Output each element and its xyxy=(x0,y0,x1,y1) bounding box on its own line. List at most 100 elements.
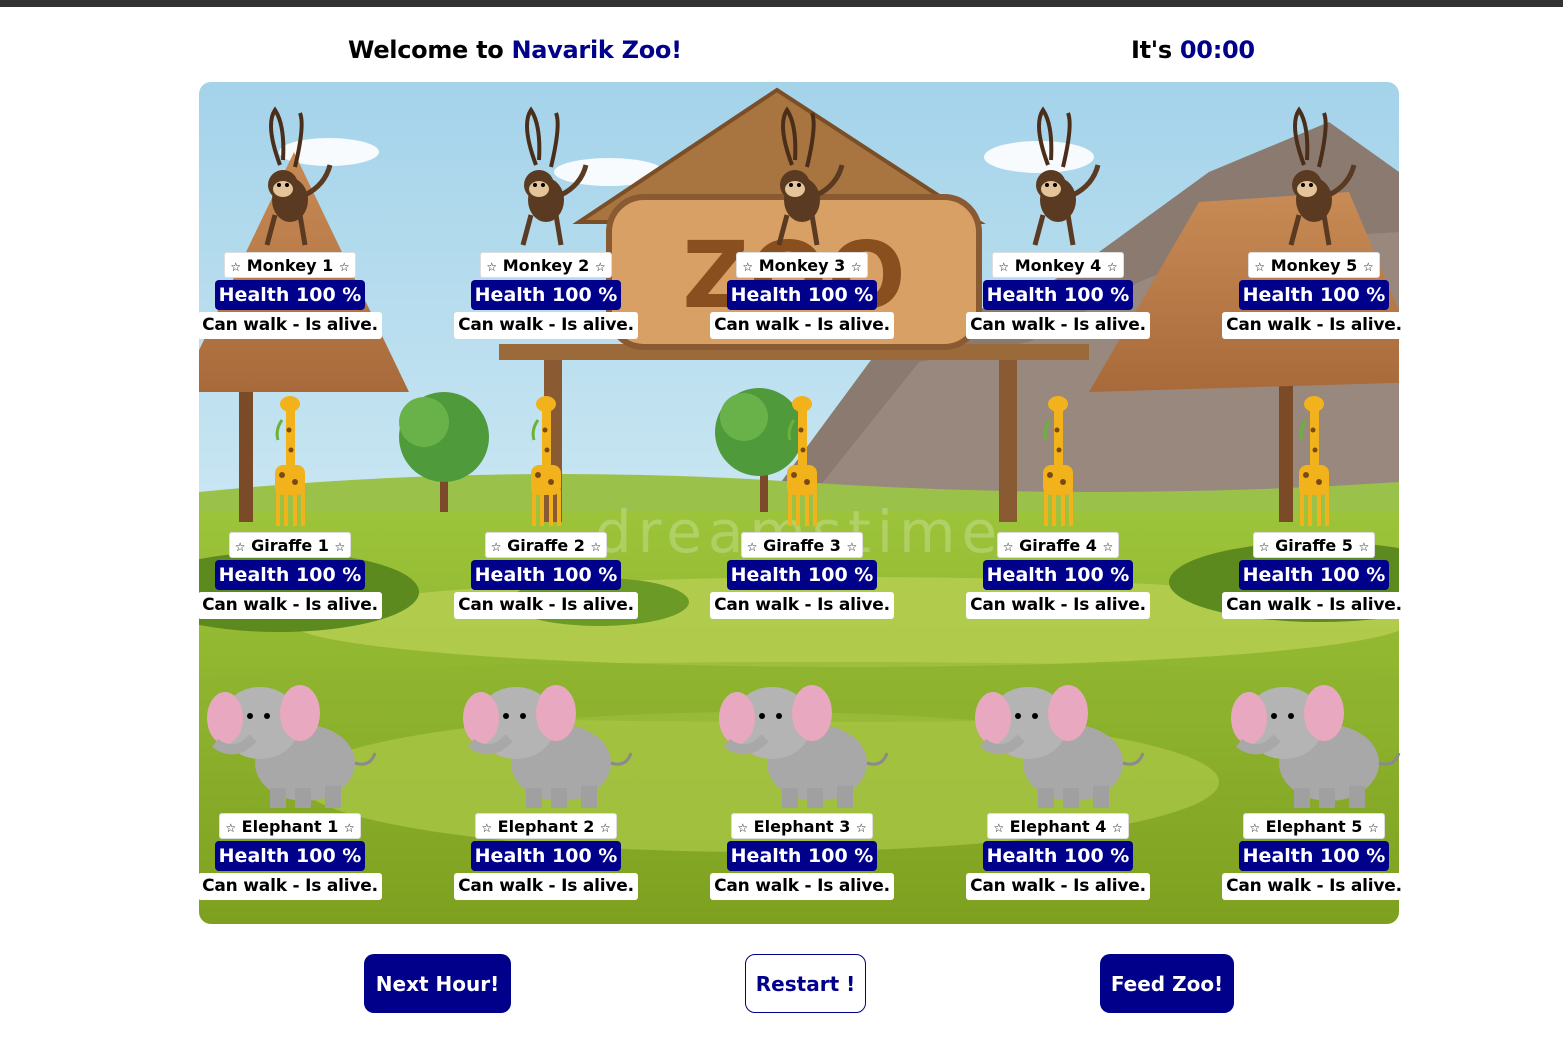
health-badge: Health 100 % xyxy=(214,280,366,310)
welcome-heading: Welcome to Navarik Zoo! xyxy=(348,36,682,64)
elephant-name-label: ☆ Elephant 1 ☆ xyxy=(219,813,361,839)
next-hour-button[interactable]: Next Hour! xyxy=(364,954,511,1013)
monkey-name-label: ☆ Monkey 1 ☆ xyxy=(224,252,356,278)
star-icon: ☆ xyxy=(1106,260,1118,274)
monkey-1-card: ☆ Monkey 1 ☆ Health 100 % Can walk - Is al… xyxy=(180,252,400,339)
feed-zoo-button[interactable]: Feed Zoo! xyxy=(1100,954,1234,1013)
animal-name: Giraffe 5 xyxy=(1275,536,1353,555)
star-icon: ☆ xyxy=(1254,260,1266,274)
star-icon: ☆ xyxy=(993,821,1005,835)
elephant-3-image xyxy=(707,668,897,817)
giraffe-2-image xyxy=(516,390,576,534)
animal-name: Monkey 2 xyxy=(502,256,590,275)
animal-name: Elephant 5 xyxy=(1265,817,1363,836)
elephant-1-card: ☆ Elephant 1 ☆ Health 100 % Can walk - Is … xyxy=(180,813,400,900)
star-icon: ☆ xyxy=(737,821,749,835)
status-label: Can walk - Is alive. xyxy=(454,312,638,339)
monkey-name-label: ☆ Monkey 3 ☆ xyxy=(736,252,868,278)
status-label: Can walk - Is alive. xyxy=(966,873,1150,900)
status-label: Can walk - Is alive. xyxy=(966,592,1150,619)
restart-button[interactable]: Restart ! xyxy=(745,954,866,1013)
elephant-2-image xyxy=(451,668,641,817)
giraffe-name-label: ☆ Giraffe 2 ☆ xyxy=(484,532,608,558)
monkey-4-image xyxy=(1013,105,1103,254)
animal-name: Elephant 2 xyxy=(497,817,595,836)
star-icon: ☆ xyxy=(230,260,242,274)
star-icon: ☆ xyxy=(590,540,602,554)
animal-name: Giraffe 3 xyxy=(763,536,841,555)
welcome-prefix: Welcome to xyxy=(348,36,512,64)
animal-name: Monkey 5 xyxy=(1270,256,1358,275)
giraffe-2-card: ☆ Giraffe 2 ☆ Health 100 % Can walk - Is a… xyxy=(436,532,656,619)
star-icon: ☆ xyxy=(850,260,862,274)
health-badge: Health 100 % xyxy=(1238,841,1390,871)
star-icon: ☆ xyxy=(1258,540,1270,554)
status-label: Can walk - Is alive. xyxy=(454,592,638,619)
health-badge: Health 100 % xyxy=(214,841,366,871)
monkey-name-label: ☆ Monkey 4 ☆ xyxy=(992,252,1124,278)
star-icon: ☆ xyxy=(746,540,758,554)
animal-name: Giraffe 4 xyxy=(1019,536,1097,555)
status-label: Can walk - Is alive. xyxy=(198,873,382,900)
star-icon: ☆ xyxy=(338,260,350,274)
animal-name: Elephant 1 xyxy=(241,817,339,836)
status-label: Can walk - Is alive. xyxy=(1222,592,1406,619)
giraffe-name-label: ☆ Giraffe 4 ☆ xyxy=(996,532,1120,558)
star-icon: ☆ xyxy=(1367,821,1379,835)
health-badge: Health 100 % xyxy=(982,841,1134,871)
health-badge: Health 100 % xyxy=(726,841,878,871)
star-icon: ☆ xyxy=(1002,540,1014,554)
elephant-name-label: ☆ Elephant 3 ☆ xyxy=(731,813,873,839)
monkey-2-image xyxy=(501,105,591,254)
elephant-name-label: ☆ Elephant 2 ☆ xyxy=(475,813,617,839)
giraffe-3-card: ☆ Giraffe 3 ☆ Health 100 % Can walk - Is a… xyxy=(692,532,912,619)
status-label: Can walk - Is alive. xyxy=(198,312,382,339)
star-icon: ☆ xyxy=(234,540,246,554)
health-badge: Health 100 % xyxy=(982,280,1134,310)
health-badge: Health 100 % xyxy=(470,560,622,590)
animal-name: Giraffe 1 xyxy=(251,536,329,555)
status-label: Can walk - Is alive. xyxy=(454,873,638,900)
monkey-2-card: ☆ Monkey 2 ☆ Health 100 % Can walk - Is al… xyxy=(436,252,656,339)
star-icon: ☆ xyxy=(594,260,606,274)
status-label: Can walk - Is alive. xyxy=(1222,312,1406,339)
giraffe-4-card: ☆ Giraffe 4 ☆ Health 100 % Can walk - Is a… xyxy=(948,532,1168,619)
star-icon: ☆ xyxy=(490,540,502,554)
animal-name: Monkey 3 xyxy=(758,256,846,275)
star-icon: ☆ xyxy=(343,821,355,835)
monkey-name-label: ☆ Monkey 5 ☆ xyxy=(1248,252,1380,278)
elephant-2-card: ☆ Elephant 2 ☆ Health 100 % Can walk - Is … xyxy=(436,813,656,900)
monkey-5-card: ☆ Monkey 5 ☆ Health 100 % Can walk - Is al… xyxy=(1204,252,1424,339)
status-label: Can walk - Is alive. xyxy=(710,873,894,900)
status-label: Can walk - Is alive. xyxy=(1222,873,1406,900)
elephant-5-image xyxy=(1219,668,1409,817)
clock-time: 00:00 xyxy=(1179,36,1255,64)
star-icon: ☆ xyxy=(1362,260,1374,274)
giraffe-5-image xyxy=(1284,390,1344,534)
star-icon: ☆ xyxy=(334,540,346,554)
giraffe-name-label: ☆ Giraffe 5 ☆ xyxy=(1252,532,1376,558)
monkey-name-label: ☆ Monkey 2 ☆ xyxy=(480,252,612,278)
star-icon: ☆ xyxy=(998,260,1010,274)
star-icon: ☆ xyxy=(481,821,493,835)
clock-heading: It's 00:00 xyxy=(1131,36,1255,64)
health-badge: Health 100 % xyxy=(214,560,366,590)
elephant-5-card: ☆ Elephant 5 ☆ Health 100 % Can walk - Is … xyxy=(1204,813,1424,900)
zoo-name: Navarik Zoo! xyxy=(511,36,683,64)
giraffe-5-card: ☆ Giraffe 5 ☆ Health 100 % Can walk - Is a… xyxy=(1204,532,1424,619)
health-badge: Health 100 % xyxy=(726,560,878,590)
health-badge: Health 100 % xyxy=(982,560,1134,590)
animal-name: Monkey 1 xyxy=(246,256,334,275)
giraffe-3-image xyxy=(772,390,832,534)
health-badge: Health 100 % xyxy=(1238,280,1390,310)
health-badge: Health 100 % xyxy=(470,841,622,871)
status-label: Can walk - Is alive. xyxy=(710,592,894,619)
giraffe-name-label: ☆ Giraffe 1 ☆ xyxy=(228,532,352,558)
elephant-4-card: ☆ Elephant 4 ☆ Health 100 % Can walk - Is … xyxy=(948,813,1168,900)
elephant-3-card: ☆ Elephant 3 ☆ Health 100 % Can walk - Is … xyxy=(692,813,912,900)
giraffe-name-label: ☆ Giraffe 3 ☆ xyxy=(740,532,864,558)
star-icon: ☆ xyxy=(1102,540,1114,554)
star-icon: ☆ xyxy=(855,821,867,835)
giraffe-1-card: ☆ Giraffe 1 ☆ Health 100 % Can walk - Is a… xyxy=(180,532,400,619)
monkey-3-image xyxy=(757,105,847,254)
